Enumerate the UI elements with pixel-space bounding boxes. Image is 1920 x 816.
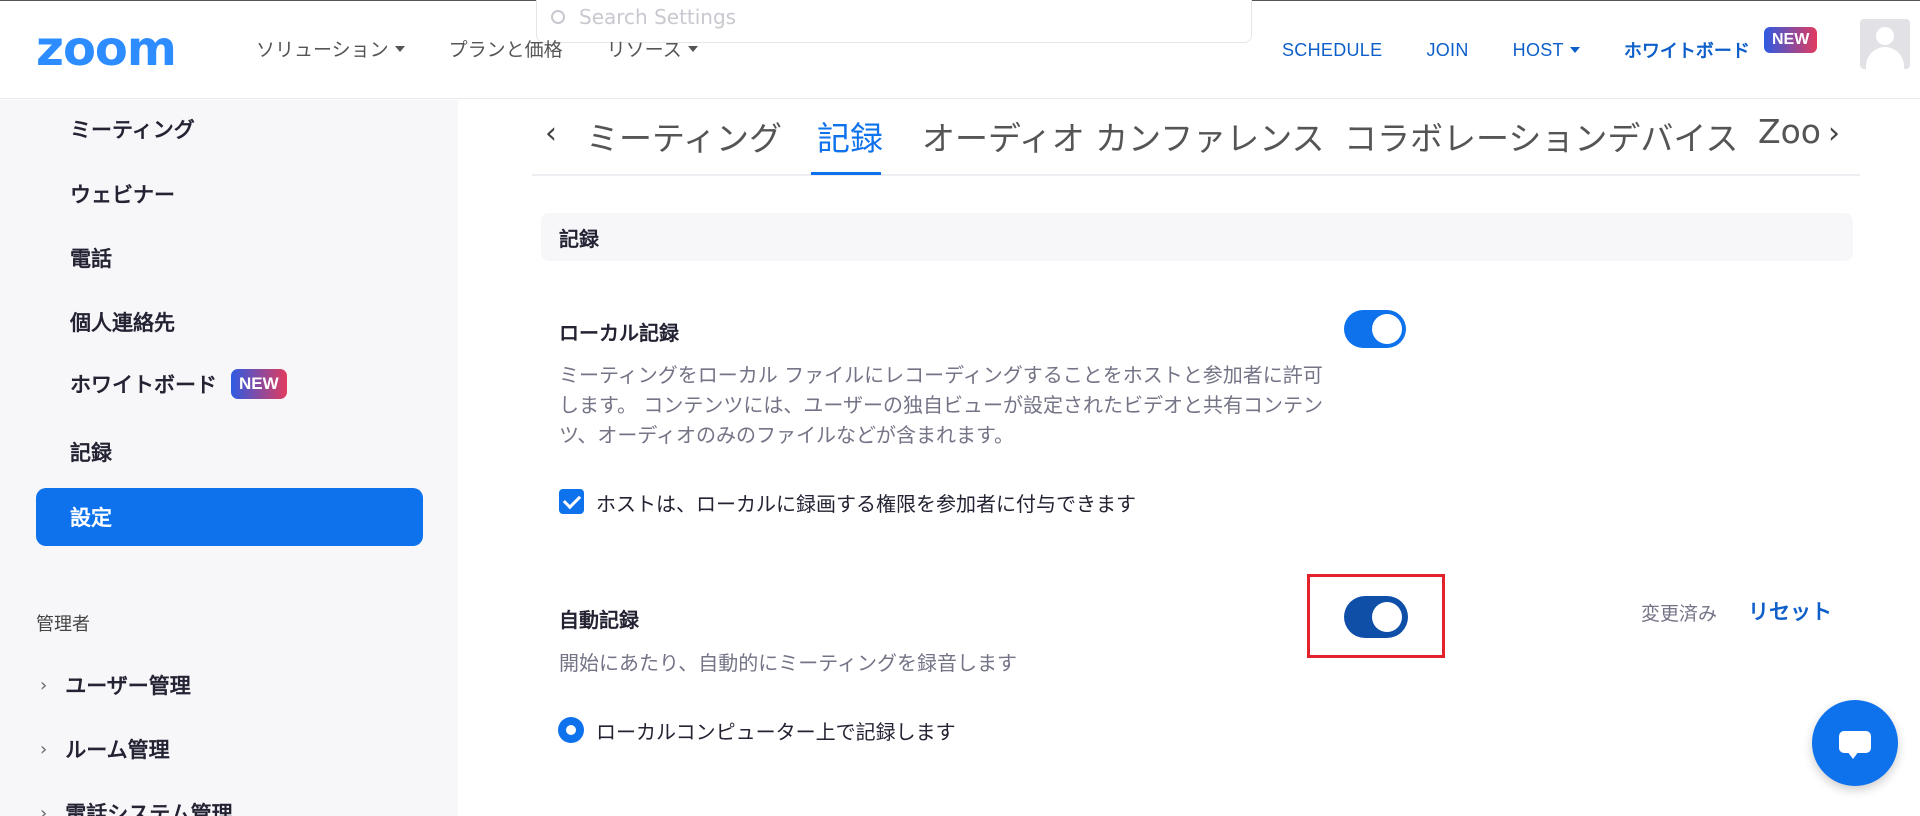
local-recording-toggle[interactable] [1344, 310, 1406, 348]
sidebar: ミーティング ウェビナー 電話 個人連絡先 ホワイトボード NEW 記録 設定 … [0, 100, 458, 816]
chevron-right-icon: › [40, 802, 48, 816]
allow-participant-recording-checkbox[interactable] [559, 489, 584, 514]
tab-zoom-apps[interactable]: Zoo [1758, 112, 1821, 151]
sidebar-item-meetings[interactable]: ミーティング [70, 114, 195, 144]
tab-collaboration-devices[interactable]: コラボレーションデバイス [1344, 112, 1738, 160]
caret-down-icon [394, 45, 405, 52]
main-nav: ソリューション プランと価格 リソース [256, 35, 742, 62]
tab-audio-conferencing[interactable]: オーディオ カンファレンス [922, 112, 1325, 160]
host-menu[interactable]: HOST [1513, 40, 1580, 61]
nav-pricing-label: プランと価格 [448, 39, 563, 61]
logo-text: zoom [36, 21, 177, 77]
nav-resources[interactable]: リソース [607, 35, 698, 62]
chat-support-button[interactable] [1812, 700, 1898, 786]
nav-solutions[interactable]: ソリューション [256, 35, 405, 62]
sidebar-group-label: ユーザー管理 [65, 674, 191, 698]
new-badge: NEW [1764, 27, 1818, 53]
avatar-head-shape [1876, 27, 1894, 45]
active-tab-indicator [811, 172, 881, 175]
reset-link[interactable]: リセット [1748, 596, 1832, 626]
new-badge: NEW [231, 369, 287, 399]
tab-scroll-left-icon[interactable]: ‹ [545, 116, 557, 151]
sidebar-group-room-management[interactable]: › ルーム管理 [40, 734, 170, 764]
chevron-right-icon: › [40, 674, 48, 696]
section-header-recording: 記録 [541, 213, 1853, 261]
sidebar-item-whiteboard-label: ホワイトボード [70, 373, 217, 397]
zoom-logo[interactable]: zoom [36, 21, 177, 77]
schedule-link[interactable]: SCHEDULE [1282, 40, 1382, 61]
sidebar-item-settings[interactable]: 設定 [36, 488, 423, 546]
allow-participant-recording-label: ホストは、ローカルに録画する権限を参加者に付与できます [596, 492, 1136, 516]
modified-label: 変更済み [1641, 603, 1718, 625]
sidebar-item-recordings[interactable]: 記録 [70, 437, 112, 467]
local-recording-title: ローカル記録 [559, 321, 679, 345]
tab-recording[interactable]: 記録 [817, 112, 883, 160]
nav-solutions-label: ソリューション [256, 39, 389, 61]
sidebar-group-label: ルーム管理 [65, 738, 170, 762]
top-header: Search Settings zoom ソリューション プランと価格 リソース… [0, 0, 1920, 99]
tab-scroll-right-icon[interactable]: › [1828, 116, 1840, 151]
record-local-computer-radio[interactable] [558, 717, 584, 743]
record-local-computer-label: ローカルコンピューター上で記録します [596, 720, 956, 744]
auto-recording-toggle[interactable] [1346, 598, 1406, 636]
search-placeholder: Search Settings [579, 5, 737, 29]
sidebar-group-user-management[interactable]: › ユーザー管理 [40, 670, 191, 700]
avatar[interactable] [1860, 19, 1910, 69]
host-label: HOST [1512, 39, 1564, 60]
toggle-knob [1372, 602, 1402, 632]
local-recording-description: ミーティングをローカル ファイルにレコーディングすることをホストと参加者に許可し… [559, 363, 1323, 447]
sidebar-item-phone[interactable]: 電話 [70, 243, 112, 273]
tab-meetings[interactable]: ミーティング [586, 112, 782, 160]
nav-pricing[interactable]: プランと価格 [449, 35, 563, 62]
chat-bubble-tail [1847, 751, 1859, 759]
settings-tabs: ‹ ミーティング 記録 オーディオ カンファレンス コラボレーションデバイス Z… [532, 100, 1860, 176]
avatar-body-shape [1866, 47, 1904, 69]
nav-resources-label: リソース [606, 39, 682, 61]
caret-down-icon [1569, 47, 1580, 53]
caret-down-icon [687, 45, 698, 52]
sidebar-item-webinars[interactable]: ウェビナー [70, 179, 175, 209]
chevron-right-icon: › [40, 738, 48, 760]
join-link[interactable]: JOIN [1426, 40, 1468, 61]
search-icon [551, 10, 565, 24]
sidebar-item-whiteboard[interactable]: ホワイトボード NEW [70, 369, 287, 399]
auto-recording-description: 開始にあたり、自動的にミーティングを録音します [559, 651, 1017, 675]
auto-recording-title: 自動記録 [559, 608, 639, 632]
chat-bubble-icon [1839, 731, 1871, 753]
sidebar-section-admin: 管理者 [36, 614, 90, 635]
toggle-knob [1372, 314, 1402, 344]
account-nav: SCHEDULE JOIN HOST ホワイトボード [1282, 37, 1794, 63]
sidebar-group-label: 電話システム管理 [65, 802, 233, 816]
sidebar-group-phone-system[interactable]: › 電話システム管理 [40, 798, 233, 816]
whiteboard-link[interactable]: ホワイトボード [1624, 37, 1750, 63]
sidebar-item-contacts[interactable]: 個人連絡先 [70, 307, 175, 337]
